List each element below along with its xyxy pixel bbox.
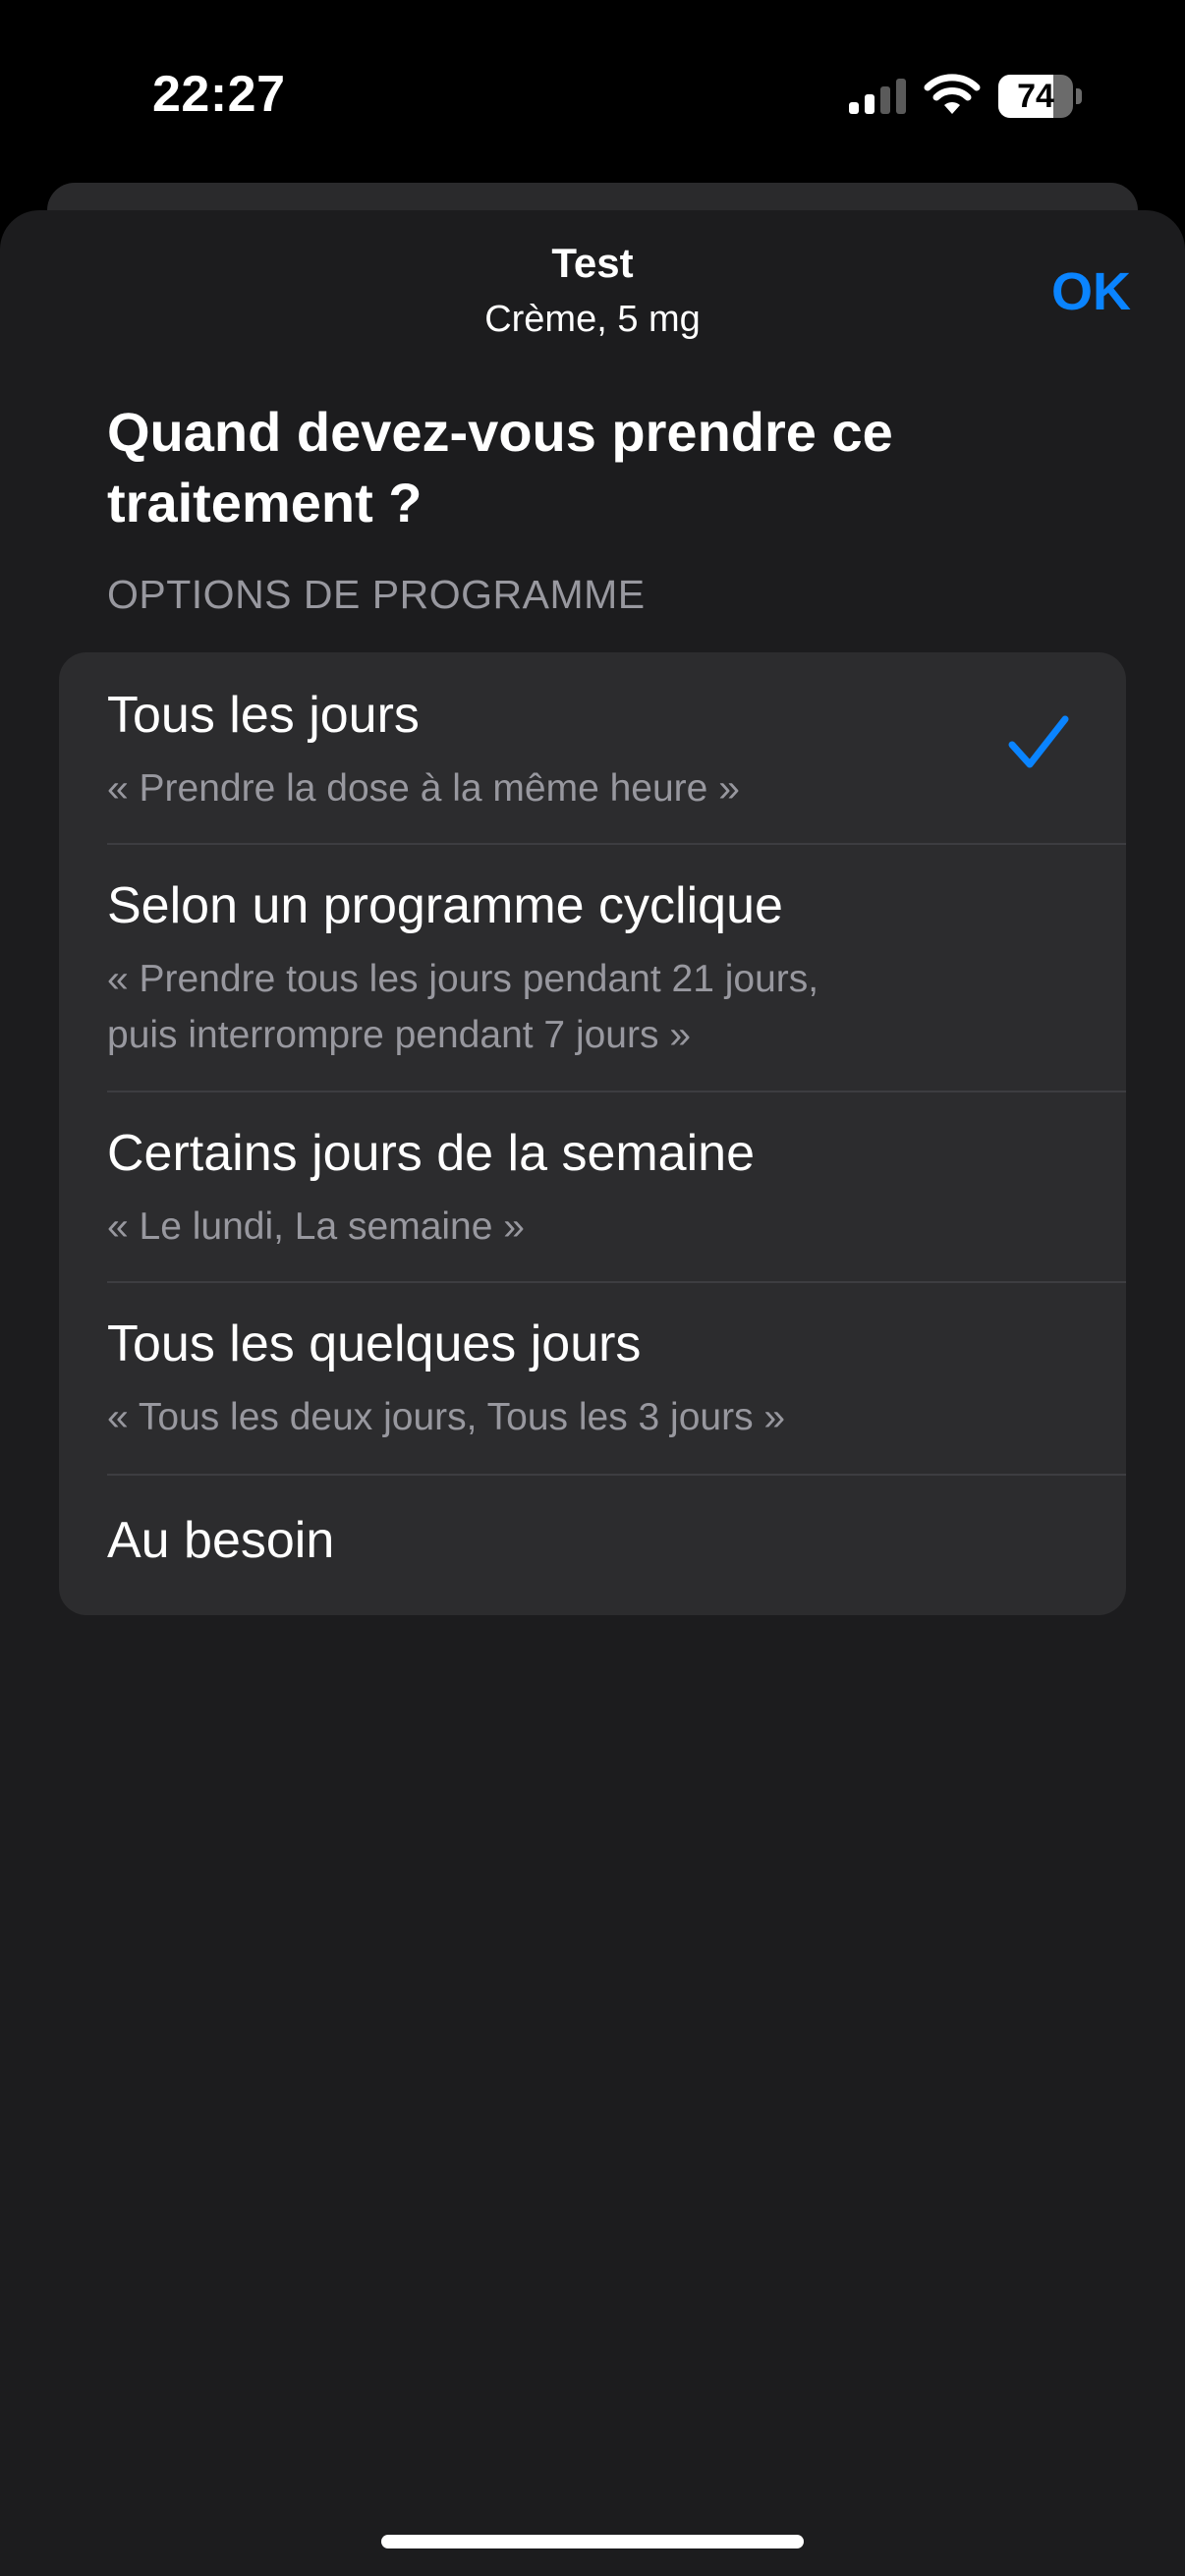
option-description: « Prendre la dose à la même heure » — [107, 767, 740, 810]
battery-tip — [1076, 88, 1082, 104]
option-description: « Prendre tous les jours pendant 21 jour… — [107, 951, 991, 1063]
option-certains-jours[interactable]: Certains jours de la semaine « Le lundi,… — [59, 1091, 1126, 1281]
option-description: « Tous les deux jours, Tous les 3 jours … — [107, 1396, 786, 1438]
section-header: OPTIONS DE PROGRAMME — [107, 572, 646, 617]
sheet-title: Test — [551, 240, 634, 286]
option-title: Au besoin — [107, 1512, 335, 1569]
schedule-options-list: Tous les jours « Prendre la dose à la mê… — [59, 652, 1126, 1615]
option-quelques-jours[interactable]: Tous les quelques jours « Tous les deux … — [59, 1281, 1126, 1474]
ok-button[interactable]: OK — [1051, 261, 1131, 322]
battery-icon: 74 — [998, 75, 1083, 118]
sheet-subtitle: Crème, 5 mg — [484, 299, 701, 340]
option-description: « Le lundi, La semaine » — [107, 1205, 525, 1248]
checkmark-icon — [1008, 715, 1069, 768]
option-description-line: « Prendre tous les jours pendant 21 jour… — [107, 958, 819, 1000]
option-description-line: puis interrompre pendant 7 jours » — [107, 1014, 692, 1056]
battery-percent: 74 — [1017, 78, 1054, 115]
page-question: Quand devez-vous prendre ce traitement ? — [107, 401, 893, 533]
battery-body: 74 — [998, 75, 1073, 118]
home-indicator[interactable] — [381, 2535, 804, 2548]
option-title: Tous les jours — [107, 687, 420, 744]
option-title: Tous les quelques jours — [107, 1316, 642, 1372]
status-bar: 22:27 74 — [0, 0, 1185, 187]
cellular-signal-icon — [849, 79, 906, 114]
option-title: Certains jours de la semaine — [107, 1125, 755, 1182]
option-programme-cyclique[interactable]: Selon un programme cyclique « Prendre to… — [59, 843, 1126, 1091]
option-tous-les-jours[interactable]: Tous les jours « Prendre la dose à la mê… — [59, 652, 1126, 843]
option-title: Selon un programme cyclique — [107, 877, 783, 934]
status-time: 22:27 — [152, 66, 286, 123]
wifi-icon — [924, 74, 981, 114]
option-au-besoin[interactable]: Au besoin — [59, 1474, 1126, 1615]
